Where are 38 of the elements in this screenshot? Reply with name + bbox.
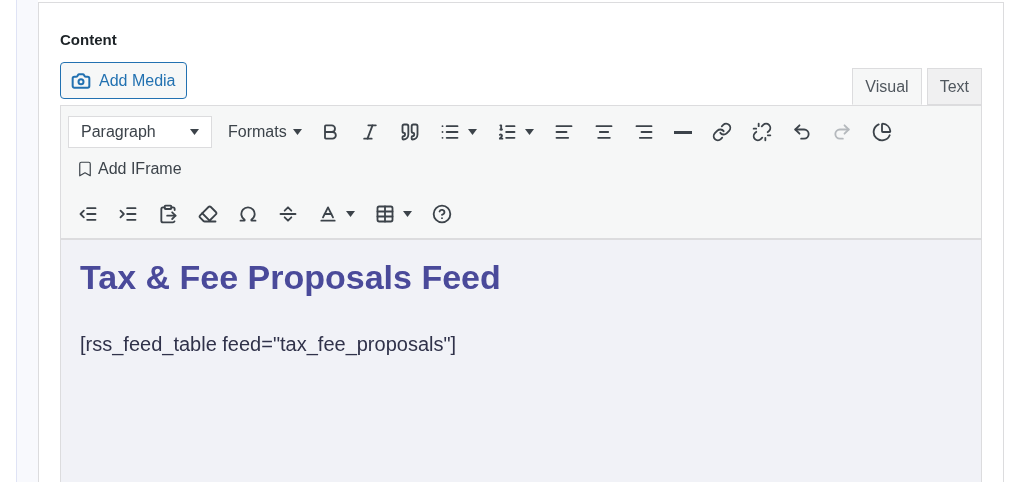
caret-icon	[292, 129, 302, 135]
content-heading: Tax & Fee Proposals Feed	[80, 257, 502, 298]
bookmark-icon	[76, 160, 94, 178]
omega-icon	[238, 204, 258, 224]
bullet-list-icon	[439, 122, 460, 142]
camera-icon	[71, 70, 91, 91]
outdent-icon	[78, 204, 98, 224]
add-media-button[interactable]: Add Media	[60, 62, 187, 99]
caret-icon	[467, 129, 477, 135]
indent-icon	[118, 204, 138, 224]
page-break-icon	[278, 204, 298, 224]
content-paragraph: [rss_feed_table feed="tax_fee_proposals"]	[80, 331, 458, 358]
paste-text-icon	[158, 204, 178, 224]
align-right-icon	[633, 122, 654, 142]
redo-icon	[831, 122, 852, 142]
horizontal-line-icon	[673, 130, 692, 134]
eraser-icon	[198, 204, 218, 224]
field-label: Content	[60, 30, 118, 49]
pie-chart-icon	[871, 122, 892, 142]
text-color-icon	[318, 204, 338, 224]
unlink-icon	[751, 122, 772, 142]
align-center-icon	[593, 122, 614, 142]
caret-icon	[403, 211, 412, 217]
help-icon	[432, 204, 452, 224]
editor-tab[interactable]: Visual	[852, 68, 922, 105]
add-iframe-button[interactable]: Add IFrame	[68, 153, 190, 185]
table-icon	[375, 204, 395, 224]
caret-icon	[524, 129, 534, 135]
editor-tab[interactable]: Text	[926, 68, 982, 105]
undo-icon	[791, 122, 812, 142]
align-left-icon	[553, 122, 574, 142]
numbered-list-icon	[496, 122, 517, 142]
caret-icon	[346, 211, 355, 217]
formats-menu[interactable]: Formats	[220, 116, 310, 148]
caret-icon	[190, 129, 199, 135]
paragraph-select[interactable]: Paragraph	[68, 116, 212, 148]
link-icon	[711, 122, 732, 142]
quote-icon	[399, 122, 420, 142]
